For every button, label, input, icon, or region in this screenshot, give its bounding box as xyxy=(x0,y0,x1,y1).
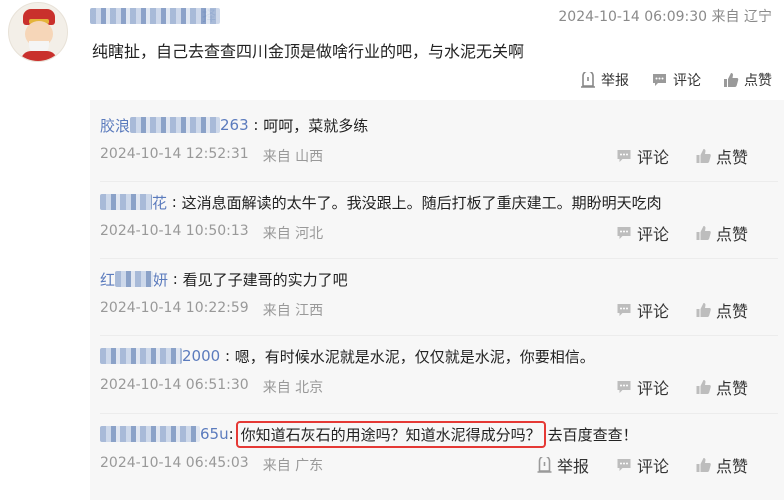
blurred-username xyxy=(90,8,220,24)
comment-label: 评论 xyxy=(673,73,701,89)
divider xyxy=(100,181,778,182)
username-tail: 263 xyxy=(220,116,249,134)
report-label: 举报 xyxy=(601,73,629,89)
like-icon xyxy=(696,303,711,317)
comment-button[interactable]: 评论 xyxy=(615,144,669,168)
reply-text: 这消息面解读的太牛了。我没跟上。随后打板了重庆建工。期盼明天吃肉 xyxy=(181,193,662,212)
like-button[interactable]: 点赞 xyxy=(695,221,748,245)
reply-colon: : xyxy=(167,193,182,211)
reply-colon: : xyxy=(168,270,183,288)
reply-text: 嗯，有时候水泥就是水泥，仅仅就是水泥，你要相信。 xyxy=(234,347,595,366)
reply-colon: : xyxy=(228,425,234,443)
comment-icon xyxy=(617,381,631,393)
reply-location: 来自 河北 xyxy=(262,226,324,242)
reply-username[interactable]: 65u xyxy=(100,425,229,443)
comment-button[interactable]: 评论 xyxy=(615,221,669,245)
avatar-robe xyxy=(21,51,57,61)
reply-username[interactable]: 红 妍 xyxy=(100,269,168,290)
like-button[interactable]: 点赞 xyxy=(695,375,748,399)
reply-location: 来自 广东 xyxy=(262,458,324,474)
comment-label: 评论 xyxy=(636,457,669,476)
post-text: 纯瞎扯，自己去查查四川金顶是做啥行业的吧，与水泥无关啊 xyxy=(92,42,525,61)
like-icon xyxy=(696,226,711,240)
reply-text: 呵呵，菜就多练 xyxy=(263,116,369,135)
reply-location: 来自 北京 xyxy=(262,380,324,396)
like-icon xyxy=(724,73,739,87)
comment-button[interactable]: 评论 xyxy=(615,375,669,399)
username-start: 胶浪 xyxy=(100,116,131,135)
comment-icon xyxy=(617,459,631,471)
comment-icon xyxy=(617,304,631,316)
like-icon xyxy=(696,380,711,394)
reply-text: 去百度查查！ xyxy=(547,425,638,444)
comment-button[interactable]: 评论 xyxy=(615,453,669,477)
reply-colon: : xyxy=(220,347,235,365)
like-label: 点赞 xyxy=(715,379,748,398)
like-label: 点赞 xyxy=(715,457,748,476)
like-button[interactable]: 点赞 xyxy=(723,70,772,90)
comment-label: 评论 xyxy=(636,379,669,398)
report-button[interactable]: 举报 xyxy=(536,453,589,477)
reply-text: 看见了子建哥的实力了吧 xyxy=(182,270,348,289)
highlighted-reply-text: 你知道石灰石的用途吗？知道水泥得成分吗？ xyxy=(235,420,546,448)
username-tail: 花 xyxy=(152,193,168,212)
comment-label: 评论 xyxy=(636,225,669,244)
comment-label: 评论 xyxy=(636,302,669,321)
post-username[interactable]: 择 xyxy=(90,6,220,26)
comment-button[interactable]: 评论 xyxy=(615,298,669,322)
report-label: 举报 xyxy=(556,457,589,476)
like-button[interactable]: 点赞 xyxy=(695,298,748,322)
like-label: 点赞 xyxy=(715,225,748,244)
reply-location: 来自 江西 xyxy=(262,303,324,319)
reply-time: 2024-10-14 10:50:13 xyxy=(100,223,249,239)
post-time: 2024-10-14 06:09:30 xyxy=(558,9,708,25)
like-label: 点赞 xyxy=(715,148,748,167)
reply-location: 来自 山西 xyxy=(262,149,324,165)
reply-time: 2024-10-14 12:52:31 xyxy=(100,146,249,162)
username-tail: 妍 xyxy=(153,270,169,289)
reply-username[interactable]: 2000 xyxy=(100,347,220,365)
reply-username[interactable]: 胶浪 263 xyxy=(100,115,249,136)
comment-button[interactable]: 评论 xyxy=(651,70,701,90)
like-icon xyxy=(696,149,711,163)
report-icon xyxy=(581,72,595,88)
blurred-username xyxy=(115,271,154,287)
like-button[interactable]: 点赞 xyxy=(695,453,748,477)
divider xyxy=(100,335,778,336)
reply-username[interactable]: 花 xyxy=(100,192,167,213)
reply-colon: : xyxy=(248,116,264,134)
blurred-username xyxy=(100,348,182,364)
comment-icon xyxy=(653,74,666,86)
blurred-username xyxy=(100,426,200,442)
like-button[interactable]: 点赞 xyxy=(695,144,748,168)
blurred-username xyxy=(100,194,152,210)
post-actions: 举报 评论 点赞 xyxy=(580,70,772,90)
like-label: 点赞 xyxy=(715,302,748,321)
blurred-username xyxy=(130,117,221,133)
username-tail: 2000 xyxy=(182,347,221,365)
post-location: 来自 辽宁 xyxy=(711,9,772,25)
divider xyxy=(100,258,778,259)
reply-time: 2024-10-14 10:22:59 xyxy=(100,300,249,316)
like-icon xyxy=(696,458,711,472)
report-icon xyxy=(537,457,552,473)
username-tail: 65u xyxy=(200,425,229,443)
reply-time: 2024-10-14 06:51:30 xyxy=(100,377,249,393)
avatar[interactable] xyxy=(8,2,68,62)
comment-icon xyxy=(617,227,631,239)
divider xyxy=(100,413,778,414)
username-start: 红 xyxy=(100,270,116,289)
post-timestamp: 2024-10-14 06:09:30 来自 辽宁 xyxy=(558,6,772,26)
reply-time: 2024-10-14 06:45:03 xyxy=(100,455,249,471)
comment-icon xyxy=(617,150,631,162)
comment-label: 评论 xyxy=(636,148,669,167)
like-label: 点赞 xyxy=(744,73,772,89)
replies-panel: 胶浪 263 : 呵呵，菜就多练 2024-10-14 12:52:31 来自 … xyxy=(90,100,784,500)
report-button[interactable]: 举报 xyxy=(580,70,629,90)
